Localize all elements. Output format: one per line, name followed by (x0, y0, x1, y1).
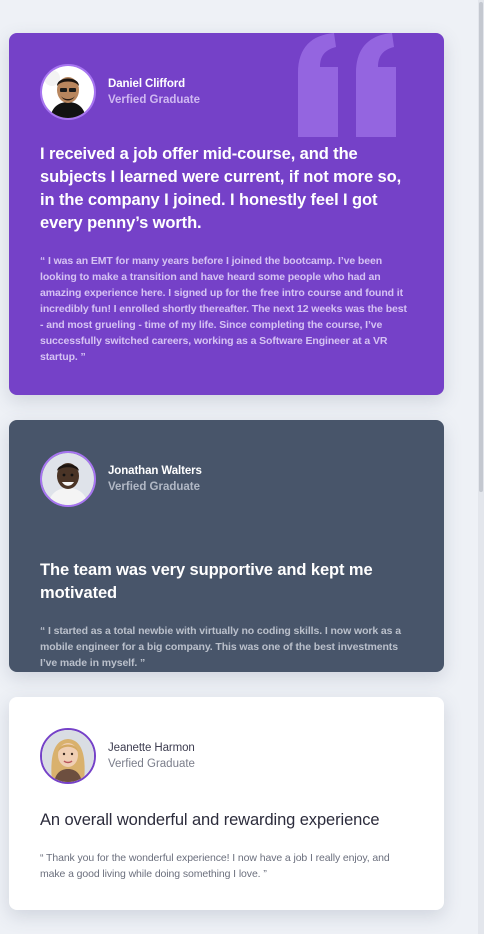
page-scrollbar[interactable] (478, 0, 484, 934)
testimonial-card-jeanette: Jeanette Harmon Verfied Graduate An over… (9, 697, 444, 910)
testimonials-page: Daniel Clifford Verfied Graduate I recei… (0, 0, 484, 934)
person-name: Jonathan Walters (108, 465, 202, 477)
person-avatar-icon (40, 728, 96, 784)
testimonial-body: “ I was an EMT for many years before I j… (40, 255, 407, 363)
person-role: Verfied Graduate (108, 94, 201, 106)
person-name: Jeanette Harmon (108, 742, 195, 754)
testimonial-header: Jeanette Harmon Verfied Graduate (40, 728, 413, 784)
person-name: Daniel Clifford (108, 78, 186, 90)
person-info: Jeanette Harmon Verfied Graduate (108, 740, 195, 772)
person-role: Verfied Graduate (108, 758, 195, 770)
person-info: Jonathan Walters Verfied Graduate (108, 463, 202, 495)
testimonial-headline: An overall wonderful and rewarding exper… (40, 811, 380, 829)
scrollbar-thumb[interactable] (479, 2, 483, 492)
person-avatar-icon (40, 451, 96, 507)
person-avatar-icon (40, 64, 96, 120)
testimonial-headline: The team was very supportive and kept me… (40, 561, 373, 602)
testimonial-card-jonathan: Jonathan Walters Verfied Graduate The te… (9, 420, 444, 672)
testimonial-card-daniel: Daniel Clifford Verfied Graduate I recei… (9, 33, 444, 395)
person-info: Daniel Clifford Verfied Graduate (108, 76, 200, 108)
person-role: Verfied Graduate (108, 481, 201, 493)
testimonial-body: “ I started as a total newbie with virtu… (40, 625, 401, 669)
testimonial-headline: I received a job offer mid-course, and t… (40, 145, 402, 232)
testimonial-header: Jonathan Walters Verfied Graduate (40, 451, 413, 507)
testimonial-header: Daniel Clifford Verfied Graduate (40, 64, 413, 120)
testimonial-body: “ Thank you for the wonderful experience… (40, 852, 390, 880)
